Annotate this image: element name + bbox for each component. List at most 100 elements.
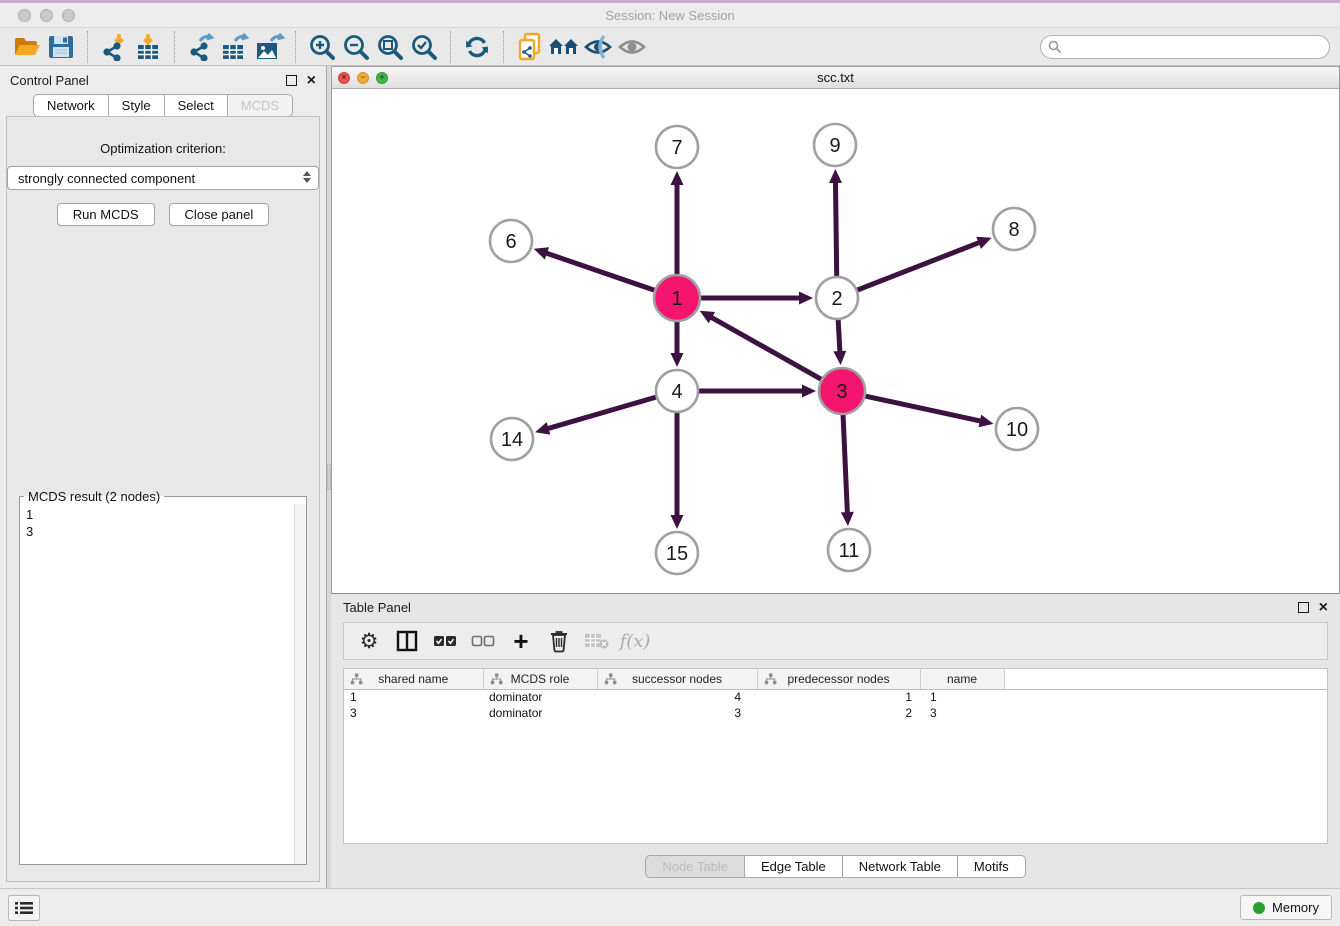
- close-panel-icon[interactable]: ×: [307, 75, 316, 86]
- graph-edge-arrowhead: [534, 247, 549, 259]
- graph-edge-2-3[interactable]: [838, 319, 840, 353]
- graph-node-label-15: 15: [666, 543, 688, 565]
- tab-motifs[interactable]: Motifs: [958, 855, 1026, 878]
- tab-node-table[interactable]: Node Table: [645, 855, 745, 878]
- graph-node-label-9: 9: [829, 135, 840, 157]
- graph-node-label-8: 8: [1008, 219, 1019, 241]
- column-header-successor-nodes[interactable]: successor nodes: [597, 669, 757, 689]
- tab-style[interactable]: Style: [109, 94, 165, 117]
- float-panel-icon[interactable]: [286, 75, 297, 86]
- gear-icon[interactable]: ⚙: [354, 626, 384, 656]
- clone-network-icon[interactable]: [513, 31, 547, 63]
- zoom-selected-icon[interactable]: [407, 31, 441, 63]
- zoom-out-icon[interactable]: [339, 31, 373, 63]
- open-folder-icon[interactable]: [10, 31, 44, 63]
- main-area: Control Panel × NetworkStyleSelectMCDS O…: [0, 66, 1340, 888]
- table-cell[interactable]: 1: [920, 689, 1004, 705]
- toolbar-separator: [295, 31, 296, 63]
- select-all-checkboxes-icon[interactable]: [430, 626, 460, 656]
- column-header-name[interactable]: name: [920, 669, 1004, 689]
- export-table-icon[interactable]: [218, 31, 252, 63]
- import-network-icon[interactable]: [97, 31, 131, 63]
- column-header-MCDS-role[interactable]: MCDS role: [483, 669, 597, 689]
- tab-network-table[interactable]: Network Table: [843, 855, 958, 878]
- table-panel-tabs: Node TableEdge TableNetwork TableMotifs: [331, 844, 1340, 888]
- graph-node-label-7: 7: [671, 137, 682, 159]
- zoom-in-icon[interactable]: [305, 31, 339, 63]
- graph-node-label-6: 6: [505, 231, 516, 253]
- float-table-panel-icon[interactable]: [1298, 602, 1309, 613]
- run-mcds-button[interactable]: Run MCDS: [57, 203, 155, 226]
- table-panel-title: Table Panel: [343, 600, 411, 615]
- zoom-fit-icon[interactable]: [373, 31, 407, 63]
- dropdown-stepper-icon: [303, 171, 311, 183]
- memory-button[interactable]: Memory: [1240, 895, 1332, 920]
- graph-edge-arrowhead: [671, 171, 684, 185]
- node-table[interactable]: shared nameMCDS rolesuccessor nodesprede…: [343, 668, 1328, 844]
- column-header-shared-name[interactable]: shared name: [344, 669, 483, 689]
- network-window: × − + scc.txt 7968124314101511: [331, 66, 1340, 594]
- delete-row-icon[interactable]: [544, 626, 574, 656]
- status-bar: Memory: [0, 888, 1340, 926]
- graph-edge-1-6[interactable]: [545, 253, 655, 291]
- graph-node-label-14: 14: [501, 429, 523, 451]
- import-table-icon[interactable]: [131, 31, 165, 63]
- mcds-result-lines: 1 3: [20, 504, 306, 542]
- graph-edge-3-10[interactable]: [864, 396, 981, 421]
- graph-edge-arrowhead: [671, 515, 684, 529]
- table-panel: Table Panel × ⚙: [331, 594, 1340, 888]
- close-panel-button[interactable]: Close panel: [169, 203, 270, 226]
- tab-mcds[interactable]: MCDS: [228, 94, 293, 117]
- network-canvas[interactable]: 7968124314101511: [332, 89, 1339, 593]
- tab-edge-table[interactable]: Edge Table: [745, 855, 843, 878]
- table-cell[interactable]: 3: [344, 705, 483, 721]
- application-window: Session: New Session: [0, 0, 1340, 926]
- hide-selected-icon[interactable]: [581, 31, 615, 63]
- toolbar-separator: [174, 31, 175, 63]
- tab-network[interactable]: Network: [33, 94, 109, 117]
- deselect-all-checkboxes-icon[interactable]: [468, 626, 498, 656]
- table-cell[interactable]: 1: [757, 689, 920, 705]
- column-header-predecessor-nodes[interactable]: predecessor nodes: [757, 669, 920, 689]
- criterion-dropdown[interactable]: strongly connected component: [7, 166, 319, 190]
- graph-edge-4-14[interactable]: [547, 397, 657, 429]
- graph-edge-arrowhead: [978, 415, 993, 428]
- table-cell[interactable]: 1: [344, 689, 483, 705]
- graph-edge-arrowhead: [802, 385, 816, 398]
- control-panel-title: Control Panel: [10, 73, 89, 88]
- save-icon[interactable]: [44, 31, 78, 63]
- memory-label: Memory: [1272, 900, 1319, 915]
- export-network-icon[interactable]: [184, 31, 218, 63]
- show-all-icon[interactable]: [615, 31, 649, 63]
- table-cell[interactable]: dominator: [483, 689, 597, 705]
- table-cell[interactable]: dominator: [483, 705, 597, 721]
- task-history-button[interactable]: [8, 895, 40, 921]
- graph-edge-3-1[interactable]: [710, 317, 822, 380]
- refresh-icon[interactable]: [460, 31, 494, 63]
- mcds-result-box: MCDS result (2 nodes) 1 3: [19, 489, 307, 865]
- panel-splitter-handle[interactable]: [327, 464, 331, 490]
- table-cell-filler: [1004, 689, 1327, 705]
- toolbar-separator: [87, 31, 88, 63]
- graph-edge-2-8[interactable]: [857, 242, 981, 290]
- table-cell[interactable]: 2: [757, 705, 920, 721]
- split-columns-icon[interactable]: [392, 626, 422, 656]
- table-cell[interactable]: 3: [920, 705, 1004, 721]
- graph-node-label-10: 10: [1006, 419, 1028, 441]
- close-table-panel-icon[interactable]: ×: [1319, 602, 1328, 613]
- table-row[interactable]: 1dominator411: [344, 689, 1327, 705]
- table-cell[interactable]: 4: [597, 689, 757, 705]
- add-row-icon[interactable]: +: [506, 626, 536, 656]
- first-neighbors-icon[interactable]: [547, 31, 581, 63]
- table-cell[interactable]: 3: [597, 705, 757, 721]
- table-row[interactable]: 3dominator323: [344, 705, 1327, 721]
- tab-select[interactable]: Select: [165, 94, 228, 117]
- list-icon: [15, 901, 33, 915]
- graph-edge-2-9[interactable]: [835, 181, 836, 277]
- network-graph[interactable]: 7968124314101511: [332, 89, 1267, 593]
- graph-edge-3-11[interactable]: [843, 414, 847, 514]
- optimization-criterion-label: Optimization criterion:: [7, 141, 319, 156]
- search-input[interactable]: [1040, 35, 1330, 59]
- export-image-icon[interactable]: [252, 31, 286, 63]
- result-scrollbar[interactable]: [294, 504, 306, 864]
